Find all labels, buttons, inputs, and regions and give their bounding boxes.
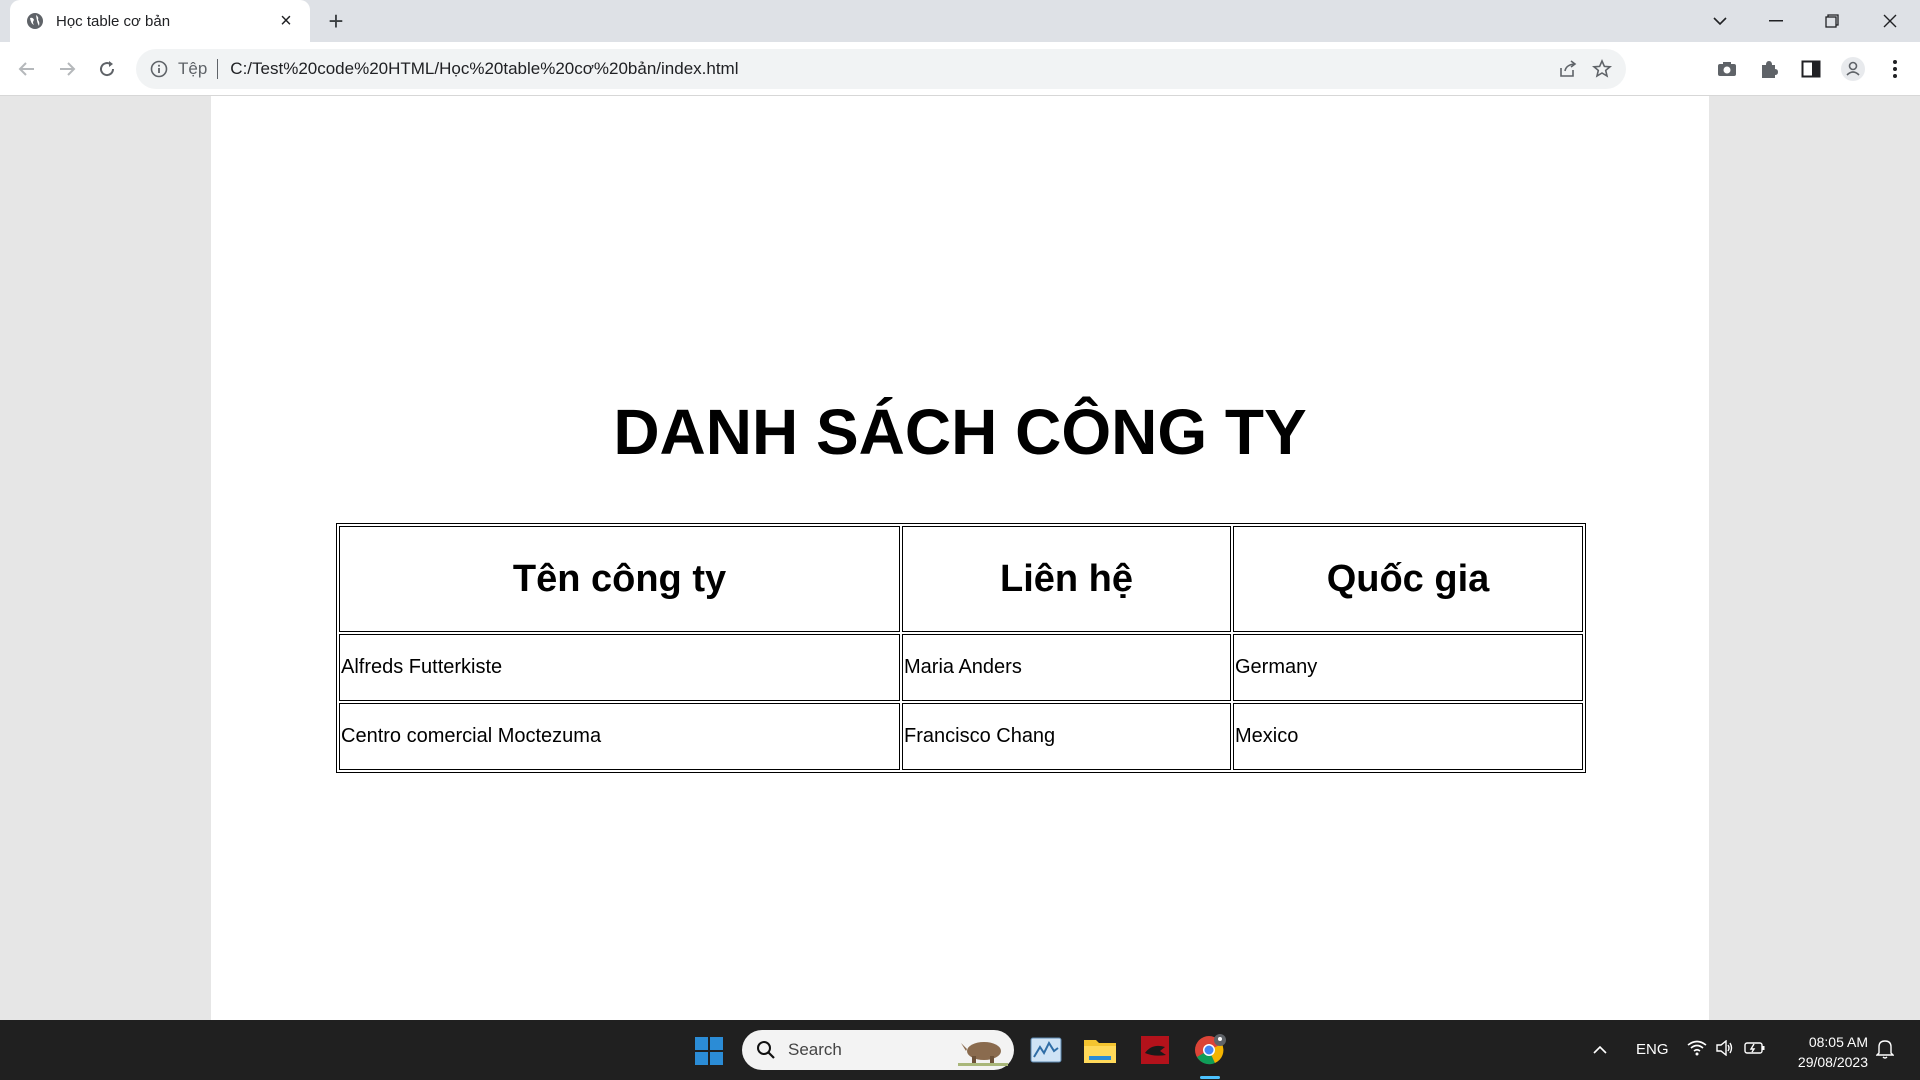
menu-kebab-icon[interactable] <box>1880 54 1910 84</box>
close-window-icon[interactable] <box>1862 0 1918 42</box>
windows-taskbar: Search ENG 08:05 AM 29/08/2023 <box>0 1020 1920 1080</box>
table-row: Centro comercial Moctezuma Francisco Cha… <box>339 703 1583 770</box>
taskbar-search-box[interactable]: Search <box>742 1030 1014 1070</box>
show-hidden-icons-chevron-icon[interactable] <box>1584 1034 1616 1066</box>
taskbar-clock[interactable]: 08:05 AM 29/08/2023 <box>1778 1032 1868 1072</box>
omnibox-divider <box>217 59 219 79</box>
browser-toolbar: Tệp C:/Test%20code%20HTML/Học%20table%20… <box>0 42 1920 96</box>
share-icon[interactable] <box>1558 59 1578 79</box>
cell-contact: Francisco Chang <box>902 703 1231 770</box>
page-content: DANH SÁCH CÔNG TY Tên công ty Liên hệ Qu… <box>211 96 1709 1020</box>
bookmark-star-icon[interactable] <box>1592 59 1612 79</box>
search-highlight-rhino-icon <box>958 1042 1008 1066</box>
red-app-icon[interactable] <box>1137 1032 1173 1068</box>
address-bar[interactable]: Tệp C:/Test%20code%20HTML/Học%20table%20… <box>136 49 1626 89</box>
extensions-puzzle-icon[interactable] <box>1754 54 1784 84</box>
tab-strip: Học table cơ bản × + <box>0 0 1920 42</box>
tab-close-icon[interactable]: × <box>276 11 296 31</box>
file-scheme-label: Tệp <box>178 59 208 78</box>
clock-time: 08:05 AM <box>1808 1034 1868 1050</box>
camera-icon[interactable] <box>1712 54 1742 84</box>
windows-start-icon[interactable] <box>694 1036 724 1066</box>
cell-contact: Maria Anders <box>902 634 1231 701</box>
page-heading: DANH SÁCH CÔNG TY <box>613 396 1307 468</box>
task-manager-app-icon[interactable] <box>1028 1032 1064 1068</box>
file-explorer-app-icon[interactable] <box>1082 1032 1118 1068</box>
header-country: Quốc gia <box>1233 526 1583 632</box>
cell-company-name: Centro comercial Moctezuma <box>339 703 900 770</box>
tab-title: Học table cơ bản <box>56 12 171 30</box>
info-icon[interactable] <box>150 60 168 78</box>
page-viewport: DANH SÁCH CÔNG TY Tên công ty Liên hệ Qu… <box>0 96 1920 1020</box>
chrome-app-icon[interactable] <box>1192 1032 1228 1068</box>
cell-country: Mexico <box>1233 703 1583 770</box>
globe-icon <box>27 13 43 29</box>
back-icon[interactable] <box>12 54 42 84</box>
browser-tab[interactable]: Học table cơ bản × <box>10 0 310 42</box>
header-company-name: Tên công ty <box>339 526 900 632</box>
reload-icon[interactable] <box>92 54 122 84</box>
side-panel-icon[interactable] <box>1796 54 1826 84</box>
table-row: Alfreds Futterkiste Maria Anders Germany <box>339 634 1583 701</box>
table-header-row: Tên công ty Liên hệ Quốc gia <box>339 526 1583 632</box>
battery-icon[interactable] <box>1744 1040 1766 1056</box>
cell-company-name: Alfreds Futterkiste <box>339 634 900 701</box>
search-icon <box>757 1041 775 1059</box>
forward-icon[interactable] <box>52 54 82 84</box>
url-text[interactable]: C:/Test%20code%20HTML/Học%20table%20cơ%2… <box>230 59 738 79</box>
header-contact: Liên hệ <box>902 526 1231 632</box>
volume-icon[interactable] <box>1716 1040 1734 1056</box>
active-app-indicator <box>1200 1076 1220 1079</box>
new-tab-button[interactable]: + <box>322 8 350 34</box>
profile-avatar-icon[interactable] <box>1838 54 1868 84</box>
notification-bell-icon[interactable] <box>1876 1039 1894 1059</box>
cell-country: Germany <box>1233 634 1583 701</box>
search-placeholder: Search <box>788 1040 842 1059</box>
wifi-icon[interactable] <box>1687 1040 1707 1056</box>
tab-search-icon[interactable] <box>1692 0 1748 42</box>
language-indicator[interactable]: ENG <box>1636 1041 1669 1058</box>
companies-table: Tên công ty Liên hệ Quốc gia Alfreds Fut… <box>336 523 1586 773</box>
clock-date: 29/08/2023 <box>1797 1054 1868 1070</box>
restore-icon[interactable] <box>1804 0 1860 42</box>
minimize-icon[interactable] <box>1748 0 1804 42</box>
